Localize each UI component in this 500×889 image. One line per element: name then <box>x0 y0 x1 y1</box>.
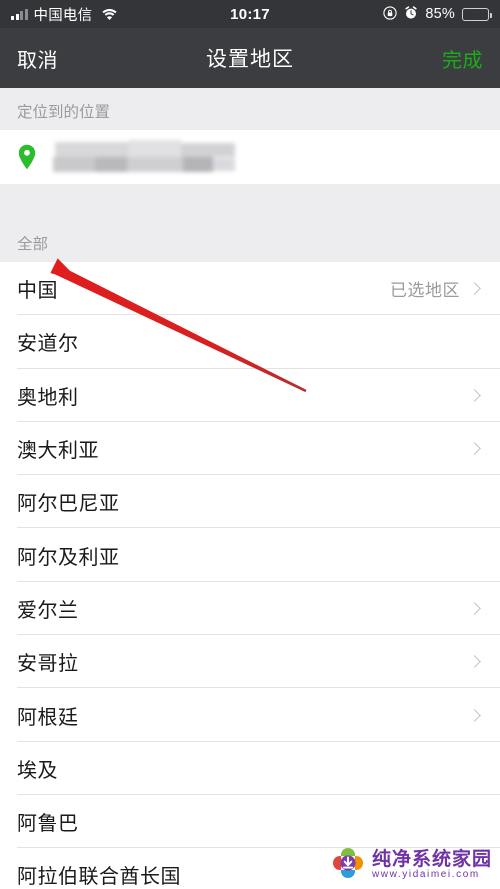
region-name-label: 奥地利 <box>17 386 79 409</box>
region-name-label: 澳大利亚 <box>17 440 99 463</box>
row-accessory <box>468 708 483 722</box>
phone-screen: 中国电信 10:17 85% 取消 设置地区 完成 定位到的位置 全部 中国 已… <box>0 0 500 889</box>
table-row[interactable]: 中国 已选地区 <box>0 262 500 316</box>
status-bar-left: 中国电信 <box>11 4 118 25</box>
table-row[interactable]: 阿尔巴尼亚 <box>0 475 500 529</box>
navigation-bar: 取消 设置地区 完成 <box>0 28 500 88</box>
carrier-label: 中国电信 <box>33 7 93 24</box>
table-row[interactable]: 阿根廷 <box>0 688 500 742</box>
chevron-right-icon <box>468 388 481 402</box>
page-title: 设置地区 <box>206 48 294 71</box>
section-gap <box>0 184 500 220</box>
signal-bars-icon <box>11 8 28 20</box>
battery-percent-label: 85% <box>425 6 455 22</box>
table-row[interactable]: 阿鲁巴 <box>0 794 500 849</box>
watermark-ghost-mark: ◌◌◌ <box>426 844 452 856</box>
region-name-label: 安哥拉 <box>17 653 79 676</box>
located-position-value-redacted <box>51 140 236 174</box>
region-name-label: 埃及 <box>17 759 58 782</box>
rotation-lock-icon <box>383 5 398 23</box>
located-group <box>0 130 500 184</box>
table-row[interactable]: 澳大利亚 <box>0 421 500 476</box>
alarm-clock-icon <box>404 5 418 23</box>
region-name-label: 阿鲁巴 <box>17 813 79 836</box>
region-name-label: 中国 <box>17 280 58 303</box>
wifi-icon <box>101 8 118 21</box>
table-row[interactable]: 阿拉伯联合酋长国 <box>0 848 500 889</box>
row-accessory <box>468 602 483 615</box>
region-status-label: 已选地区 <box>390 281 460 301</box>
battery-icon <box>462 7 492 21</box>
table-row[interactable]: 爱尔兰 <box>0 581 500 636</box>
region-list: 中国 已选地区安道尔奥地利澳大利亚阿尔巴尼亚阿尔及利亚爱尔兰安哥拉阿根廷埃及阿鲁巴… <box>0 262 500 889</box>
chevron-right-icon <box>468 655 481 669</box>
status-bar-right: 85% <box>383 5 492 23</box>
all-section-header: 全部 <box>0 220 500 262</box>
located-section-header: 定位到的位置 <box>0 88 500 130</box>
table-row[interactable]: 安道尔 <box>0 315 500 369</box>
row-accessory <box>468 655 483 669</box>
table-row[interactable]: 埃及 <box>0 741 500 796</box>
region-name-label: 爱尔兰 <box>17 599 79 622</box>
chevron-right-icon <box>468 282 481 296</box>
row-accessory <box>468 388 483 402</box>
done-button[interactable]: 完成 <box>442 44 483 73</box>
row-accessory <box>468 442 483 455</box>
chevron-right-icon <box>468 602 481 615</box>
map-pin-icon <box>17 144 37 170</box>
clock-label: 10:17 <box>230 5 270 23</box>
region-name-label: 阿尔及利亚 <box>17 546 120 569</box>
table-row[interactable]: 安哥拉 <box>0 635 500 689</box>
row-accessory: 已选地区 <box>390 276 483 301</box>
region-name-label: 阿尔巴尼亚 <box>17 493 120 516</box>
located-position-row[interactable] <box>0 130 500 184</box>
status-bar: 中国电信 10:17 85% <box>0 0 500 28</box>
table-row[interactable]: 奥地利 <box>0 368 500 423</box>
chevron-right-icon <box>468 708 481 722</box>
chevron-right-icon <box>468 442 481 455</box>
region-name-label: 安道尔 <box>17 333 79 356</box>
region-name-label: 阿根廷 <box>17 706 79 729</box>
region-name-label: 阿拉伯联合酋长国 <box>17 866 181 889</box>
cancel-button[interactable]: 取消 <box>17 44 58 73</box>
table-row[interactable]: 阿尔及利亚 <box>0 528 500 583</box>
